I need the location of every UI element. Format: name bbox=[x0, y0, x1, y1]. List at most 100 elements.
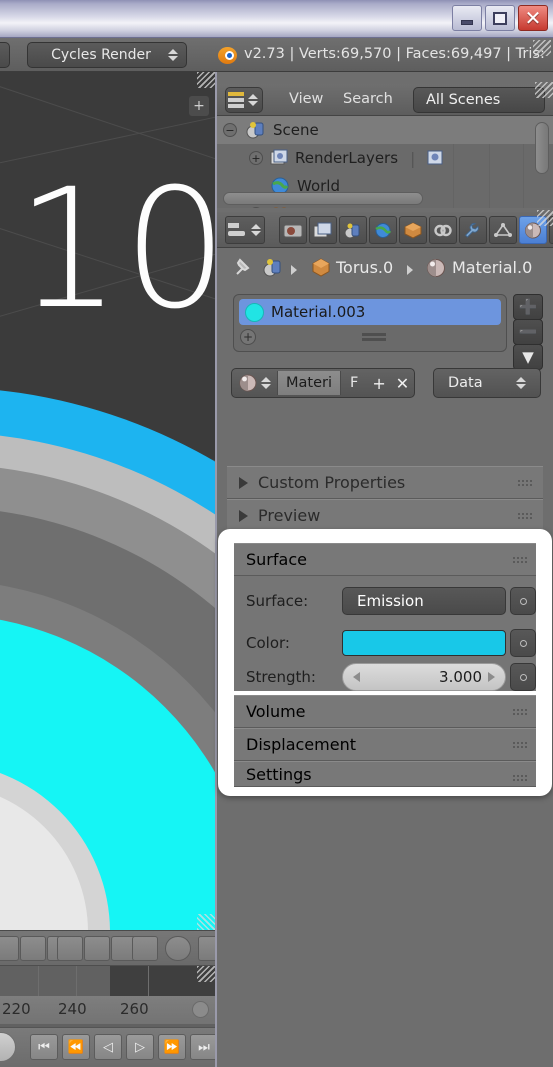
outliner-row-scene[interactable]: − Scene bbox=[217, 116, 553, 144]
maximize-button[interactable] bbox=[485, 5, 515, 31]
material-slot-list[interactable]: Material.003 + bbox=[233, 294, 507, 352]
surface-strength-slider[interactable]: 3.000 bbox=[342, 663, 506, 691]
expand-icon[interactable]: + bbox=[249, 207, 263, 208]
unlink-material-button[interactable]: ✕ bbox=[391, 374, 414, 393]
panel-grip-dots[interactable] bbox=[512, 774, 528, 783]
new-material-button[interactable]: + bbox=[367, 374, 390, 393]
slot-list-resize-grip[interactable] bbox=[362, 333, 386, 341]
tab-constraints[interactable] bbox=[429, 216, 457, 244]
panel-title: Preview bbox=[258, 506, 321, 525]
jump-to-end-button[interactable]: ⏭ bbox=[190, 1034, 218, 1060]
tab-texture[interactable] bbox=[549, 216, 553, 244]
panel-surface-header[interactable]: Surface bbox=[234, 543, 536, 576]
chevron-updown-icon[interactable] bbox=[259, 377, 273, 389]
outliner-vertical-scrollbar[interactable] bbox=[535, 122, 549, 174]
viewport-add-icon[interactable]: + bbox=[189, 96, 209, 116]
surface-strength-link-icon[interactable] bbox=[510, 663, 536, 691]
tab-world[interactable] bbox=[369, 216, 397, 244]
outliner-menu-view[interactable]: View bbox=[289, 91, 323, 107]
tab-scene[interactable] bbox=[339, 216, 367, 244]
slot-expand-icon[interactable]: + bbox=[240, 329, 256, 345]
panel-title: Volume bbox=[246, 702, 306, 721]
play-reverse-button[interactable]: ◁ bbox=[94, 1034, 122, 1060]
tool-cell[interactable] bbox=[0, 936, 19, 961]
outliner-header: View Search All Scenes bbox=[217, 82, 553, 116]
panel-settings[interactable]: Settings bbox=[234, 761, 536, 787]
tool-cell[interactable] bbox=[20, 936, 46, 961]
minimize-button[interactable] bbox=[452, 5, 482, 31]
panel-grip-dots[interactable] bbox=[517, 479, 533, 488]
collapse-icon[interactable]: − bbox=[223, 123, 237, 137]
topbar-left-stub[interactable] bbox=[0, 42, 10, 68]
editor-type-icon[interactable] bbox=[225, 87, 263, 113]
breadcrumb-object[interactable]: Torus.0 bbox=[336, 258, 393, 277]
tab-object-data[interactable] bbox=[489, 216, 517, 244]
panel-preview[interactable]: Preview bbox=[227, 499, 543, 532]
material-datablock-row: Materi F + ✕ Data bbox=[231, 368, 541, 398]
tab-object[interactable] bbox=[399, 216, 427, 244]
expand-icon[interactable]: + bbox=[249, 151, 263, 165]
material-slot-row[interactable]: Material.003 bbox=[239, 299, 501, 325]
outliner-display-mode[interactable]: All Scenes bbox=[413, 87, 545, 113]
breadcrumb-material[interactable]: Material.0 bbox=[452, 258, 532, 277]
prev-keyframe-button[interactable]: ⏪ bbox=[62, 1034, 90, 1060]
timeline-ruler[interactable]: 220 240 260 bbox=[0, 996, 215, 1024]
fake-user-button[interactable]: F bbox=[341, 375, 367, 391]
renderlayer-item-icon[interactable] bbox=[425, 148, 449, 168]
panel-volume[interactable]: Volume bbox=[234, 695, 536, 728]
pin-icon[interactable] bbox=[231, 256, 255, 280]
record-toggle[interactable] bbox=[165, 936, 191, 961]
tab-material[interactable] bbox=[519, 216, 547, 244]
render-engine-select[interactable]: Cycles Render bbox=[27, 42, 187, 68]
outliner-horizontal-scrollbar[interactable] bbox=[223, 192, 423, 205]
panel-grip-dots[interactable] bbox=[512, 556, 528, 565]
surface-strength-value: 3.000 bbox=[439, 668, 482, 686]
outliner-tree[interactable]: − Scene + RenderLayers | World bbox=[217, 116, 553, 208]
material-context-select[interactable]: Data bbox=[433, 368, 541, 398]
material-swatch-icon bbox=[245, 302, 264, 322]
tab-modifiers[interactable] bbox=[459, 216, 487, 244]
material-ball-icon[interactable] bbox=[237, 373, 259, 393]
slot-menu-button[interactable]: ▼ bbox=[513, 344, 543, 370]
tab-render[interactable] bbox=[279, 216, 307, 244]
panel-displacement[interactable]: Displacement bbox=[234, 728, 536, 761]
surface-shader-select[interactable]: Emission bbox=[342, 587, 506, 615]
panel-grip-dots[interactable] bbox=[512, 708, 528, 717]
panel-custom-properties[interactable]: Custom Properties bbox=[227, 466, 543, 499]
chevron-updown-icon bbox=[166, 49, 180, 61]
cube-icon bbox=[404, 221, 422, 239]
remove-slot-button[interactable]: ➖ bbox=[513, 319, 543, 345]
timeline-scroll-knob[interactable] bbox=[192, 1001, 209, 1018]
cube-icon bbox=[312, 258, 330, 277]
panel-title: Displacement bbox=[246, 735, 356, 754]
tool-cell[interactable] bbox=[57, 936, 83, 961]
panel-grip-dots[interactable] bbox=[517, 512, 533, 521]
timeline-track[interactable]: 220 240 260 bbox=[0, 965, 215, 1027]
next-keyframe-button[interactable]: ⏩ bbox=[158, 1034, 186, 1060]
surface-color-link-icon[interactable] bbox=[510, 629, 536, 657]
sync-toggle[interactable] bbox=[132, 936, 158, 961]
add-slot-button[interactable]: ➕ bbox=[513, 294, 543, 320]
datablock-name-field[interactable]: Materi bbox=[277, 371, 341, 395]
frame-circle[interactable] bbox=[0, 1032, 16, 1062]
panel-title: Settings bbox=[246, 764, 312, 784]
surface-color-swatch[interactable] bbox=[342, 630, 506, 656]
window-controls: ✕ bbox=[452, 5, 548, 31]
tool-cell[interactable] bbox=[84, 936, 110, 961]
properties-editor-type-icon[interactable] bbox=[225, 216, 265, 244]
surface-shader-link-icon[interactable] bbox=[510, 587, 536, 615]
material-slot-name: Material.003 bbox=[271, 303, 366, 321]
maximize-icon bbox=[493, 11, 507, 25]
mesh-data-icon bbox=[494, 222, 512, 237]
blender-logo-icon bbox=[216, 44, 240, 66]
increment-arrow-icon[interactable] bbox=[488, 672, 495, 682]
3d-viewport[interactable]: 10 + bbox=[0, 72, 215, 930]
panel-grip-dots[interactable] bbox=[512, 741, 528, 750]
outliner-menu-search[interactable]: Search bbox=[343, 91, 393, 107]
tab-render-layers[interactable] bbox=[309, 216, 337, 244]
outliner-row-renderlayers[interactable]: + RenderLayers | bbox=[217, 144, 553, 172]
play-button[interactable]: ▷ bbox=[126, 1034, 154, 1060]
close-button[interactable]: ✕ bbox=[518, 5, 548, 31]
jump-to-start-button[interactable]: ⏮ bbox=[30, 1034, 58, 1060]
decrement-arrow-icon[interactable] bbox=[353, 672, 360, 682]
